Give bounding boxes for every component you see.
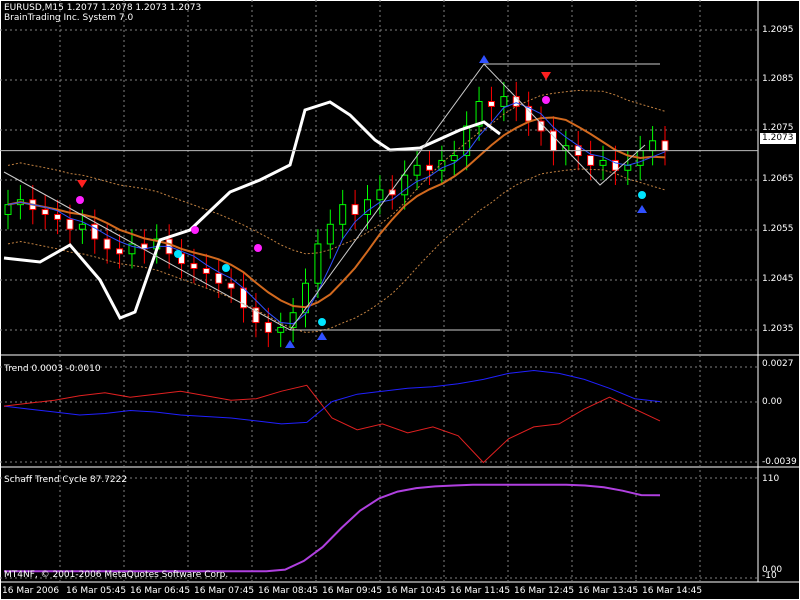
candle-body [500,96,508,107]
time-tick: 16 Mar 14:45 [642,586,703,596]
candle-body [661,140,669,152]
candle-body [587,155,595,166]
candle-body [450,155,458,161]
candle-body [425,164,433,171]
price-tick: 1.2045 [762,274,794,284]
trend-tick: 0.00 [762,397,783,407]
envelope-upper-line [7,89,666,255]
up-arrow-icon [317,332,327,340]
price-tick: 1.2075 [762,123,794,133]
candle-body [351,204,359,215]
candle-body [339,204,347,225]
candle-body [227,282,235,289]
candle-body [326,223,334,245]
sell-signal-dot [542,96,550,104]
up-arrow-icon [637,205,647,213]
candle-body [41,209,49,215]
candle-body [54,213,62,220]
time-tick: 16 Mar 09:45 [322,586,383,596]
copyright-text: MT4NF, © 2001-2006 MetaQuotes Software C… [4,570,229,580]
trend-tick: -0.0039 [762,457,797,467]
trend-series-line [3,384,661,464]
time-tick: 16 Mar 08:45 [258,586,319,596]
candle-body [413,164,421,176]
stc-tick: -10 [762,571,777,581]
candle-body [624,164,632,171]
time-tick: 16 Mar 13:45 [578,586,639,596]
price-tick: 1.2035 [762,324,794,334]
trend-tick: 0.0027 [762,359,794,369]
stc-panel-title: Schaff Trend Cycle 87.7222 [4,475,128,485]
buy-signal-dot [222,264,230,272]
candle-body [314,243,322,284]
candle-body [376,189,384,201]
up-arrow-icon [479,55,489,63]
sell-signal-dot [76,196,84,204]
time-tick: 16 Mar 06:45 [130,586,191,596]
buy-signal-dot [174,250,182,258]
stc-tick: 110 [762,474,780,484]
buy-signal-dot [638,191,646,199]
candle-body [66,218,74,230]
candle-body [78,223,86,230]
candle-body [103,238,111,250]
time-tick: 16 Mar 12:45 [514,586,575,596]
price-tick: 1.2055 [762,224,794,234]
candle-body [277,326,285,333]
down-arrow-icon [541,72,551,80]
sell-signal-dot [191,226,199,234]
trend-panel-title: Trend 0.0003 -0.0010 [4,364,101,374]
candle-body [264,322,272,333]
sell-signal-dot [254,244,262,252]
candle-body [4,204,12,215]
envelope-lower-line [7,168,666,333]
price-tick: 1.2085 [762,74,794,84]
candle-body [487,101,495,107]
time-tick: 16 Mar 10:45 [386,586,447,596]
window-frame [0,0,800,600]
price-tick: 1.2095 [762,25,794,35]
candle-body [215,272,223,284]
down-arrow-icon [77,180,87,188]
system-title: BrainTrading Inc. System 7.0 [4,13,134,23]
candle-body [202,268,210,274]
price-tick: 1.2065 [762,174,794,184]
candle-body [116,248,124,255]
time-tick: 16 Mar 05:45 [66,586,127,596]
time-tick: 16 Mar 11:45 [450,586,511,596]
candle-body [649,140,657,152]
time-tick: 16 Mar 2006 [2,586,60,596]
time-tick: 16 Mar 07:45 [194,586,255,596]
chart-canvas [0,0,800,600]
current-price-tag: 1.2073 [760,133,796,144]
buy-signal-dot [318,318,326,326]
stc-line [4,483,661,573]
trend-series-line [3,369,661,425]
candle-body [599,159,607,166]
candle-body [190,263,198,269]
